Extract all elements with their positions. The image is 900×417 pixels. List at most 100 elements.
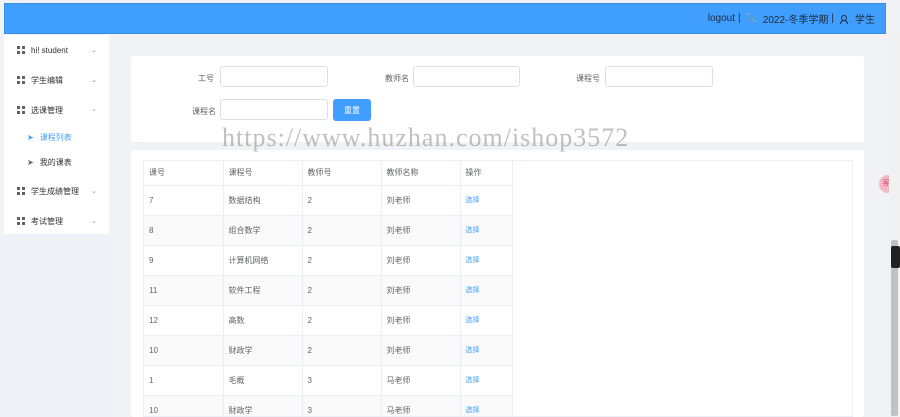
table-cell: 7 [144, 185, 224, 216]
table-cell: 8 [144, 215, 224, 246]
table-row: 8 组合数学 2 刘老师 选择 [144, 215, 513, 246]
grid-icon [17, 187, 25, 195]
course-table: 课号 课程号 教师号 教师名称 操作 7 数据结构 2 刘老师 选择 8 组合数 [144, 161, 513, 416]
sidebar-item-course-list[interactable]: ➤ 课程列表 [4, 124, 109, 150]
sidebar-item-grade-management[interactable]: 学生成绩管理 ⌄ [4, 178, 109, 204]
table-row: 10 财政学 2 刘老师 选择 [144, 335, 513, 366]
sidebar-item-my-schedule[interactable]: ➤ 我的课表 [4, 149, 109, 175]
table-cell: 马老师 [381, 395, 461, 416]
table-cell: 选择 [460, 275, 513, 306]
sidebar: hi! student ⌄ 学生编辑 ⌄ 选课管理 ⌃ ➤ 课程列表 ➤ 我的课… [4, 35, 109, 417]
table-cell: 11 [144, 275, 224, 306]
sidebar-item-label: 课程列表 [39, 132, 72, 142]
sidebar-item-course-selection[interactable]: 选课管理 ⌃ [4, 97, 109, 123]
table-row: 9 计算机网络 2 刘老师 选择 [144, 245, 513, 276]
paperclip-icon: 📎 [745, 13, 757, 23]
paper-plane-icon: ➤ [27, 157, 34, 167]
table-row: 11 软件工程 2 刘老师 选择 [144, 275, 513, 306]
floating-toolbar-handle[interactable] [891, 246, 900, 268]
course-name-label: 课程名 [192, 107, 216, 116]
table-cell: 刘老师 [381, 215, 461, 246]
chevron-down-icon: ⌄ [91, 77, 97, 84]
staff-id-input[interactable] [220, 66, 328, 87]
table-row: 7 数据结构 2 刘老师 选择 [144, 185, 513, 216]
table-cell: 刘老师 [381, 275, 461, 306]
table-cell: 1 [144, 365, 224, 396]
course-name-input[interactable] [220, 99, 328, 120]
page-scrollbar[interactable] [889, 34, 900, 417]
table-cell: 选择 [460, 185, 513, 216]
table-cell: 选择 [460, 215, 513, 246]
paper-plane-icon: ➤ [27, 132, 34, 142]
table-cell: 计算机网络 [223, 245, 303, 276]
chevron-up-icon: ⌃ [91, 109, 97, 116]
table-cell: 刘老师 [381, 185, 461, 216]
sidebar-item-exam-management[interactable]: 考试管理 ⌄ [4, 208, 109, 234]
watermark-text: https://www.huzhan.com/ishop3572 [222, 123, 630, 152]
select-link[interactable]: 选择 [466, 377, 480, 384]
table-cell: 财政学 [223, 395, 303, 416]
logout-link[interactable]: logout [708, 13, 735, 24]
sidebar-empty-area [4, 234, 109, 417]
sidebar-item-label: 我的课表 [39, 157, 72, 167]
sidebar-item-label: hi! student [31, 45, 68, 55]
table-cell: 10 [144, 395, 224, 416]
select-link[interactable]: 选择 [466, 287, 480, 294]
sidebar-item-label: 学生成绩管理 [31, 186, 79, 196]
table-cell: 选择 [460, 365, 513, 396]
select-link[interactable]: 选择 [466, 347, 480, 354]
table-cell: 2 [302, 245, 382, 276]
table-cell: 高数 [223, 305, 303, 336]
grid-icon [17, 217, 25, 225]
user-icon [840, 14, 848, 24]
table-cell: 组合数学 [223, 215, 303, 246]
column-header: 课号 [144, 161, 224, 186]
select-link[interactable]: 选择 [466, 227, 480, 234]
grid-icon [17, 106, 25, 114]
chevron-down-icon: ⌄ [91, 218, 97, 225]
reset-button[interactable]: 重置 [333, 99, 371, 121]
course-number-label: 课程号 [576, 74, 600, 83]
teacher-name-input[interactable] [413, 66, 520, 87]
table-cell: 3 [302, 395, 382, 416]
column-header: 教师名称 [381, 161, 461, 186]
header-separator: | [737, 13, 741, 24]
staff-id-label: 工号 [198, 74, 214, 83]
top-header: logout | 📎 2022-冬季学期 | 学生 [4, 3, 886, 34]
table-cell: 9 [144, 245, 224, 276]
sidebar-item-hi-student[interactable]: hi! student ⌄ [4, 37, 109, 63]
role-label: 学生 [855, 15, 875, 26]
table-cell: 2 [302, 335, 382, 366]
sidebar-item-label: 学生编辑 [31, 75, 63, 85]
table-row: 10 财政学 3 马老师 选择 [144, 395, 513, 416]
sidebar-item-label: 选课管理 [31, 105, 63, 115]
course-table-container: 课号 课程号 教师号 教师名称 操作 7 数据结构 2 刘老师 选择 8 组合数 [143, 160, 853, 417]
table-cell: 刘老师 [381, 305, 461, 336]
table-row: 1 毛概 3 马老师 选择 [144, 365, 513, 396]
course-table-panel: 课号 课程号 教师号 教师名称 操作 7 数据结构 2 刘老师 选择 8 组合数 [131, 150, 864, 417]
grid-icon [17, 76, 25, 84]
select-link[interactable]: 选择 [466, 407, 480, 414]
table-cell: 2 [302, 305, 382, 336]
table-cell: 软件工程 [223, 275, 303, 306]
sidebar-item-label: 考试管理 [31, 216, 63, 226]
sidebar-item-student-edit[interactable]: 学生编辑 ⌄ [4, 67, 109, 93]
table-cell: 3 [302, 365, 382, 396]
column-header: 操作 [460, 161, 513, 186]
table-header-row: 课号 课程号 教师号 教师名称 操作 [144, 161, 513, 186]
select-link[interactable]: 选择 [466, 317, 480, 324]
table-cell: 选择 [460, 305, 513, 336]
select-link[interactable]: 选择 [466, 197, 480, 204]
select-link[interactable]: 选择 [466, 257, 480, 264]
table-cell: 刘老师 [381, 245, 461, 276]
table-cell: 10 [144, 335, 224, 366]
table-cell: 选择 [460, 335, 513, 366]
table-cell: 2 [302, 215, 382, 246]
table-cell: 毛概 [223, 365, 303, 396]
column-header: 课程号 [223, 161, 303, 186]
course-number-input[interactable] [605, 66, 713, 87]
table-cell: 刘老师 [381, 335, 461, 366]
table-cell: 2 [302, 185, 382, 216]
table-cell: 12 [144, 305, 224, 336]
table-cell: 数据结构 [223, 185, 303, 216]
